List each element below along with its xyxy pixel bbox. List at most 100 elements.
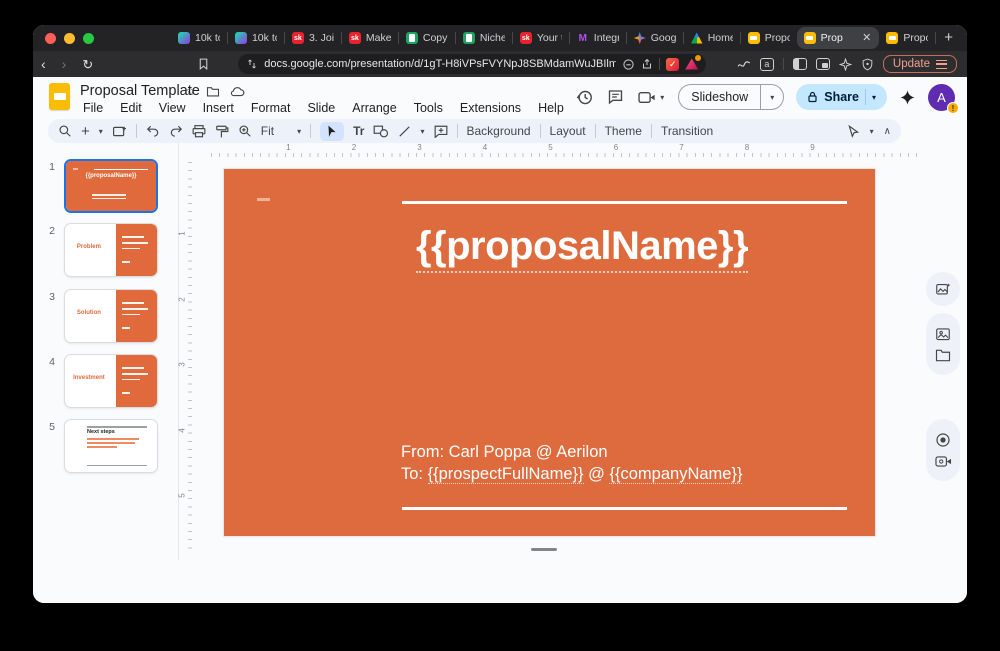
share-button[interactable]: Share ▾ xyxy=(796,84,887,110)
slide-accent-dash[interactable] xyxy=(257,198,270,201)
new-slide-icon[interactable] xyxy=(112,125,127,138)
search-icon[interactable] xyxy=(58,124,72,138)
browser-tab[interactable]: Proposal xyxy=(879,27,935,49)
menu-help[interactable]: Help xyxy=(534,100,568,116)
url-text[interactable]: docs.google.com/presentation/d/1gT-H8iVP… xyxy=(264,58,616,70)
menu-view[interactable]: View xyxy=(155,100,190,116)
select-tool-active[interactable] xyxy=(320,122,344,141)
browser-tab[interactable]: 10k to $1 xyxy=(228,27,284,49)
undo-icon[interactable] xyxy=(146,125,160,138)
extension-checker-icon[interactable]: ✓ xyxy=(666,58,679,71)
add-icon[interactable]: + xyxy=(81,123,90,140)
gemini-icon[interactable] xyxy=(899,89,916,106)
sparkle-extension-icon[interactable] xyxy=(839,58,852,71)
menu-edit[interactable]: Edit xyxy=(116,100,146,116)
slide-thumbnail[interactable]: Investment xyxy=(64,354,158,408)
new-tab-button[interactable]: + xyxy=(936,29,963,48)
move-folder-icon[interactable] xyxy=(206,86,220,97)
meet-camera-icon[interactable] xyxy=(638,91,656,104)
offline-status-icon[interactable] xyxy=(622,58,635,71)
cloud-status-icon[interactable] xyxy=(230,86,245,97)
insert-photo-icon[interactable] xyxy=(935,327,951,342)
slide-top-rule[interactable] xyxy=(402,201,847,204)
menu-format[interactable]: Format xyxy=(247,100,295,116)
slide-title-textbox[interactable]: {{proposalName}} xyxy=(416,224,748,269)
line-tool-icon[interactable] xyxy=(398,125,411,138)
chevron-down-icon[interactable]: ▾ xyxy=(99,127,103,136)
document-title[interactable]: Proposal Template xyxy=(80,83,200,99)
print-icon[interactable] xyxy=(192,125,206,138)
forward-button[interactable]: › xyxy=(54,57,75,71)
menu-slide[interactable]: Slide xyxy=(303,100,339,116)
tab-close-icon[interactable]: ✕ xyxy=(861,33,872,44)
browser-tab[interactable]: skYour thi xyxy=(513,27,569,49)
laser-pointer-icon[interactable] xyxy=(847,125,860,138)
browser-tab[interactable]: 10k to $1 xyxy=(171,27,227,49)
share-options-button[interactable]: ▾ xyxy=(865,89,882,105)
shapes-icon[interactable] xyxy=(373,125,389,138)
shield-icon[interactable] xyxy=(861,58,874,71)
browser-tab[interactable]: Niche Di xyxy=(456,27,512,49)
chevron-down-icon[interactable]: ▾ xyxy=(660,93,664,102)
zoom-window-button[interactable] xyxy=(83,33,94,44)
folder-icon[interactable] xyxy=(935,349,951,362)
version-history-icon[interactable] xyxy=(576,89,593,106)
highlight-tool-icon[interactable] xyxy=(737,58,751,70)
share-page-icon[interactable] xyxy=(641,57,653,71)
star-icon[interactable]: ☆ xyxy=(185,84,196,98)
collapse-toolbar-icon[interactable]: ∧ xyxy=(884,126,891,137)
menu-arrange[interactable]: Arrange xyxy=(348,100,400,116)
reload-button[interactable]: ↻ xyxy=(74,58,101,71)
url-bar[interactable]: docs.google.com/presentation/d/1gT-H8iVP… xyxy=(238,54,706,74)
browser-tab-active[interactable]: Prop✕ xyxy=(797,27,880,49)
extension-mountain-icon[interactable] xyxy=(685,58,698,71)
avatar[interactable]: A! xyxy=(928,84,955,111)
notes-resize-handle[interactable] xyxy=(531,548,557,551)
picture-in-picture-icon[interactable] xyxy=(816,58,830,70)
minimize-window-button[interactable] xyxy=(64,33,75,44)
slide-thumbnail-selected[interactable]: {{proposalName}} xyxy=(64,159,158,213)
chevron-down-icon[interactable]: ▾ xyxy=(297,127,301,136)
browser-tab[interactable]: Home - G xyxy=(684,27,740,49)
background-button[interactable]: Background xyxy=(467,124,531,138)
transition-button[interactable]: Transition xyxy=(661,124,713,138)
chevron-down-icon[interactable]: ▾ xyxy=(420,127,424,136)
textbox-tool[interactable]: Tr xyxy=(353,124,364,138)
slide-thumbnail[interactable]: Problem xyxy=(64,223,158,277)
browser-tab[interactable]: sk3. Join 3 xyxy=(285,27,341,49)
back-button[interactable]: ‹ xyxy=(33,57,54,71)
browser-tab[interactable]: Google G xyxy=(627,27,683,49)
browser-tab[interactable]: MIntegratio xyxy=(570,27,626,49)
comments-icon[interactable] xyxy=(607,89,624,105)
slide-editor[interactable]: {{proposalName}} From: Carl Poppa @ Aeri… xyxy=(223,168,876,537)
slide-thumbnail[interactable]: Solution xyxy=(64,289,158,343)
menu-insert[interactable]: Insert xyxy=(199,100,238,116)
menu-file[interactable]: File xyxy=(79,100,107,116)
slide-thumbnail[interactable]: Next steps xyxy=(64,419,158,473)
paint-format-icon[interactable] xyxy=(215,125,229,138)
slideshow-button[interactable]: Slideshow ▾ xyxy=(678,84,784,110)
browser-tab[interactable]: Proposal xyxy=(741,27,797,49)
site-settings-icon[interactable] xyxy=(246,58,258,70)
slides-logo-icon[interactable] xyxy=(49,83,70,110)
bookmark-icon[interactable] xyxy=(197,57,210,71)
zoom-select[interactable]: Fit xyxy=(261,124,274,138)
screen-record-icon[interactable] xyxy=(935,455,952,468)
browser-tab[interactable]: Copy of xyxy=(399,27,455,49)
reader-mode-icon[interactable]: a xyxy=(760,58,774,71)
redo-icon[interactable] xyxy=(169,125,183,138)
menu-tools[interactable]: Tools xyxy=(410,100,447,116)
sidebar-toggle-icon[interactable] xyxy=(793,58,807,70)
slide-fromto-textbox[interactable]: From: Carl Poppa @ AerilonTo: {{prospect… xyxy=(401,442,742,485)
browser-tab[interactable]: skMaker Sc xyxy=(342,27,398,49)
menu-extensions[interactable]: Extensions xyxy=(456,100,525,116)
theme-button[interactable]: Theme xyxy=(605,124,642,138)
record-icon[interactable] xyxy=(935,432,951,448)
slideshow-options-button[interactable]: ▾ xyxy=(760,85,783,109)
insert-comment-icon[interactable] xyxy=(434,125,448,138)
chevron-down-icon[interactable]: ▾ xyxy=(870,127,874,136)
create-image-icon[interactable] xyxy=(935,282,951,297)
update-browser-button[interactable]: Update xyxy=(883,55,957,73)
close-window-button[interactable] xyxy=(45,33,56,44)
zoom-icon[interactable] xyxy=(238,124,252,138)
